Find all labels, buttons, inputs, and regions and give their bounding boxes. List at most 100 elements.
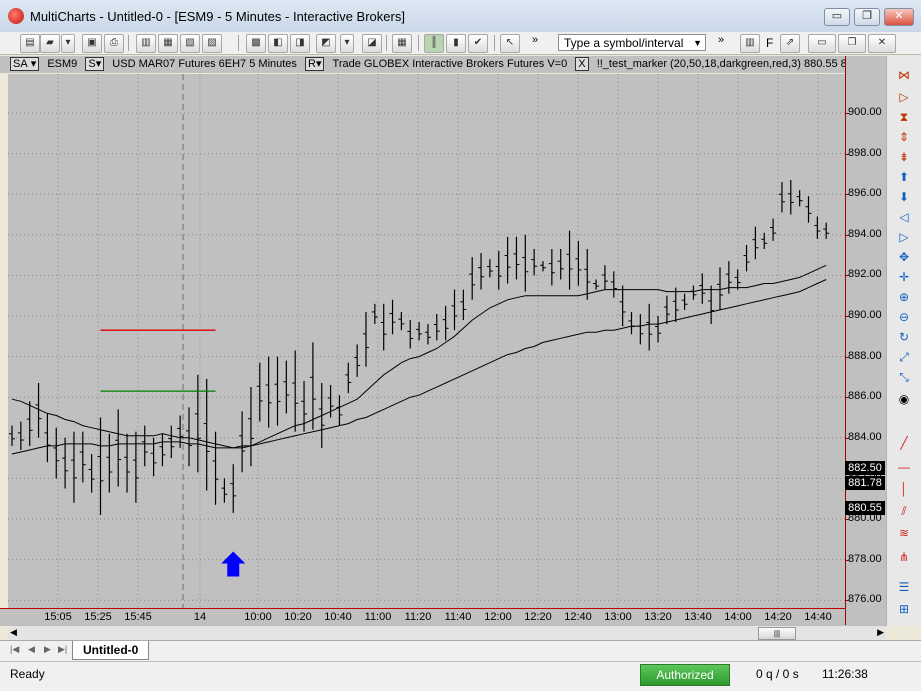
s-dropdown[interactable]: S▾ xyxy=(85,57,105,71)
trendline-icon[interactable]: ╱ xyxy=(895,436,913,451)
price-axis-label: 898.00 xyxy=(848,146,882,159)
horizontal-line-icon[interactable]: — xyxy=(895,460,913,475)
price-chart[interactable] xyxy=(8,74,845,608)
price-axis-tick xyxy=(845,113,849,114)
chart-window-icon[interactable]: ▥ xyxy=(136,34,156,53)
order-icon[interactable]: ▨ xyxy=(202,34,222,53)
queue-status: 0 q / 0 s xyxy=(756,667,799,681)
doc-restore-button[interactable]: ❐ xyxy=(838,34,866,53)
save-icon[interactable]: ▣ xyxy=(82,34,102,53)
scale-down-icon[interactable]: ⬇ xyxy=(895,190,913,205)
zoom-in-icon[interactable]: ⊕ xyxy=(895,290,913,305)
pitchfork-icon[interactable]: ⋔ xyxy=(895,550,913,565)
scroll-thumb[interactable]: ||| xyxy=(758,627,796,640)
minimize-button[interactable]: ▭ xyxy=(824,8,850,26)
price-axis-label: 892.00 xyxy=(848,268,882,281)
symbol-interval-combo[interactable]: Type a symbol/interval ▼ xyxy=(558,34,706,51)
shift-right-icon[interactable]: ▷ xyxy=(895,230,913,245)
list-icon[interactable]: ☰ xyxy=(895,580,913,595)
time-axis-label: 14:20 xyxy=(764,611,792,623)
indicator-close-box[interactable]: X xyxy=(575,57,589,71)
sa-dropdown[interactable]: SA ▾ xyxy=(10,57,40,71)
channel-icon[interactable]: ⫽ xyxy=(895,504,913,519)
tab-next-icon[interactable]: ▶ xyxy=(44,644,51,655)
zoom-out-icon[interactable]: ⊖ xyxy=(895,310,913,325)
tab-last-icon[interactable]: ▶| xyxy=(58,644,67,655)
zoom-reset-icon[interactable]: ⤡ xyxy=(895,370,913,385)
expand-vertical-icon[interactable]: ⇕ xyxy=(895,130,913,145)
time-axis-label: 11:00 xyxy=(364,611,392,623)
scanner-icon[interactable]: ▦ xyxy=(158,34,178,53)
compress-icon[interactable]: ⇟ xyxy=(895,150,913,165)
move-center-icon[interactable]: ✛ xyxy=(895,270,913,285)
price-axis-tick xyxy=(845,194,849,196)
workspace-tab-bar: |◀ ◀ ▶ ▶| Untitled-0 xyxy=(0,640,921,661)
ohlc-bars-icon[interactable]: ║ xyxy=(424,34,444,53)
time-axis-label: 14:00 xyxy=(724,611,752,623)
scroll-left-icon[interactable]: ◀ xyxy=(10,627,17,638)
combo-dropdown-icon[interactable]: ▼ xyxy=(693,35,702,52)
line-chart-icon[interactable]: ◧ xyxy=(268,34,288,53)
scroll-right-arrow-icon[interactable]: ▶ xyxy=(877,627,884,638)
toolbar-letter: F xyxy=(766,36,774,50)
time-axis-label: 12:20 xyxy=(524,611,552,623)
candle-chart-icon[interactable]: ◨ xyxy=(290,34,310,53)
close-button[interactable]: ✕ xyxy=(884,8,914,26)
horizontal-scrollbar[interactable]: ◀ ||| ▶ xyxy=(8,625,886,641)
chart-icon[interactable]: ▥ xyxy=(740,34,760,53)
format-icon[interactable]: ◪ xyxy=(362,34,382,53)
zoom-range-icon[interactable]: ⋈ xyxy=(895,68,913,83)
candles-icon[interactable]: ▮ xyxy=(446,34,466,53)
zoom-fit-icon[interactable]: ⤢ xyxy=(895,350,913,365)
toolbar-overflow-2-icon[interactable]: » xyxy=(718,34,724,46)
more-tools-icon[interactable]: ⊞ xyxy=(895,602,913,617)
time-axis-label: 15:05 xyxy=(44,611,72,623)
price-axis-tick xyxy=(845,234,849,236)
price-axis[interactable]: 900.00 898.00 896.00 894.00 892.00 890.00 888.… xyxy=(845,56,886,625)
hourglass-icon[interactable]: ⧗ xyxy=(895,110,913,125)
authorized-badge: Authorized xyxy=(640,664,730,686)
eye-icon[interactable]: ◉ xyxy=(895,392,913,407)
doc-minimize-button[interactable]: ▭ xyxy=(808,34,836,53)
detach-icon[interactable]: ⇗ xyxy=(780,34,800,53)
new-icon[interactable]: ▤ xyxy=(20,34,40,53)
open-icon[interactable]: ▰ xyxy=(40,34,60,53)
scroll-right-icon[interactable]: ▷ xyxy=(895,90,913,105)
cursor-icon[interactable]: ↖ xyxy=(500,34,520,53)
price-axis-tick xyxy=(845,356,849,358)
chart-info-bar: SA ▾ ESM9 S▾ USD MAR07 Futures 6EH7 5 Mi… xyxy=(0,56,850,73)
r-dropdown[interactable]: R▾ xyxy=(305,57,325,71)
main-toolbar: ▤ ▰ ▾ ▣ ⎙ ▥ ▦ ▧ ▨ ▩ ◧ ◨ ◩ ▾ ◪ ▦ ║ ▮ ✔ ↖ … xyxy=(0,32,921,55)
time-axis[interactable]: 15:05 15:25 15:45 14 10:00 10:20 10:40 11:00 11:… xyxy=(0,608,845,626)
price-axis-tick xyxy=(845,397,849,399)
move-icon[interactable]: ✥ xyxy=(895,250,913,265)
doc-close-button[interactable]: ✕ xyxy=(868,34,896,53)
open-dropdown-icon[interactable]: ▾ xyxy=(61,34,75,53)
toolbar-overflow-icon[interactable]: » xyxy=(532,34,538,46)
r-label: R xyxy=(308,58,316,70)
tab-first-icon[interactable]: |◀ xyxy=(10,644,19,655)
refresh-icon[interactable]: ↻ xyxy=(895,330,913,345)
price-axis-label: 876.00 xyxy=(848,593,882,606)
checkmark-icon[interactable]: ✔ xyxy=(468,34,488,53)
restore-button[interactable]: ❐ xyxy=(854,8,880,26)
price-axis-tick xyxy=(845,275,849,277)
shift-left-icon[interactable]: ◁ xyxy=(895,210,913,225)
bar-chart-icon[interactable]: ▩ xyxy=(246,34,266,53)
print-icon[interactable]: ⎙ xyxy=(104,34,124,53)
time-axis-label: 10:40 xyxy=(324,611,352,623)
time-axis-label: 13:20 xyxy=(644,611,672,623)
price-axis-label: 888.00 xyxy=(848,349,882,362)
price-axis-tick xyxy=(845,519,849,520)
calendar-icon[interactable]: ▦ xyxy=(392,34,412,53)
dom-icon[interactable]: ▧ xyxy=(180,34,200,53)
tab-prev-icon[interactable]: ◀ xyxy=(28,644,35,655)
vertical-line-icon[interactable]: │ xyxy=(895,482,913,497)
tab-untitled-0[interactable]: Untitled-0 xyxy=(72,641,150,660)
scale-up-icon[interactable]: ⬆ xyxy=(895,170,913,185)
indicator-icon[interactable]: ◩ xyxy=(316,34,336,53)
price-axis-tick xyxy=(845,559,849,561)
indicator-dropdown-icon[interactable]: ▾ xyxy=(340,34,354,53)
fibonacci-icon[interactable]: ≋ xyxy=(895,526,913,541)
chart-area[interactable] xyxy=(8,74,845,608)
